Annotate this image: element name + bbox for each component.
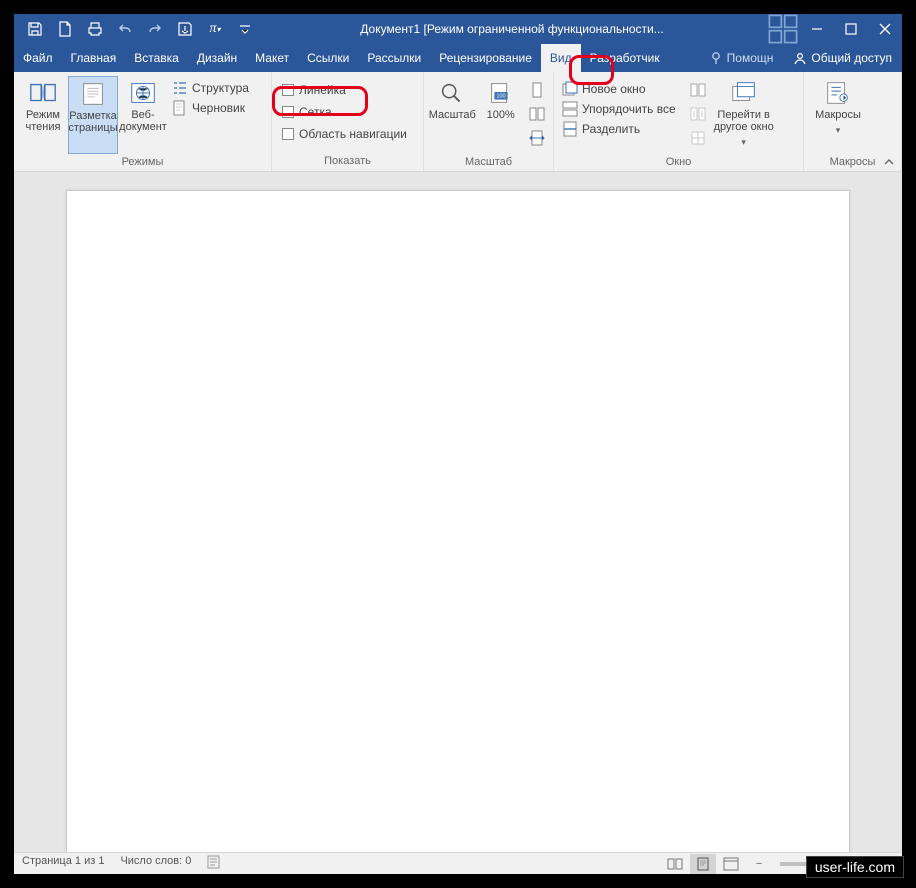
- new-button[interactable]: [52, 16, 78, 42]
- group-window: Новое окно Упорядочить все Разделить Пер…: [554, 72, 804, 171]
- read-mode-view-button[interactable]: [662, 854, 688, 874]
- zoom-100-label: 100%: [487, 109, 515, 121]
- outline-label: Структура: [192, 81, 249, 95]
- tab-review[interactable]: Рецензирование: [430, 44, 541, 72]
- checkbox-icon: [282, 84, 294, 96]
- zoom-label: Масштаб: [429, 109, 476, 121]
- tab-developer[interactable]: Разработчик: [581, 44, 669, 72]
- proofing-icon[interactable]: [207, 855, 223, 872]
- tab-insert[interactable]: Вставка: [125, 44, 188, 72]
- office-logo-icon: [766, 14, 800, 44]
- new-window-label: Новое окно: [582, 82, 646, 96]
- app-window: π▾ Документ1 [Режим ограниченной функцио…: [14, 14, 902, 874]
- reset-position-button[interactable]: [686, 128, 710, 148]
- nav-pane-checkbox[interactable]: Область навигации: [276, 123, 413, 145]
- multi-page-button[interactable]: [525, 104, 549, 124]
- tab-mailings[interactable]: Рассылки: [358, 44, 430, 72]
- minimize-button[interactable]: [800, 14, 834, 44]
- word-count[interactable]: Число слов: 0: [120, 855, 191, 872]
- web-layout-view-button[interactable]: [718, 854, 744, 874]
- macros-label: Макросы: [815, 109, 861, 121]
- print-layout-button[interactable]: Разметка страницы: [68, 76, 118, 154]
- new-window-button[interactable]: Новое окно: [558, 79, 680, 99]
- tell-me-label: Помощн: [727, 51, 774, 65]
- undo-button[interactable]: [112, 16, 138, 42]
- draft-label: Черновик: [192, 101, 245, 115]
- watermark: user-life.com: [806, 856, 904, 878]
- group-show: Линейка Сетка Область навигации Показать: [272, 72, 424, 171]
- nav-pane-label: Область навигации: [299, 127, 407, 141]
- gridlines-checkbox[interactable]: Сетка: [276, 101, 413, 123]
- gridlines-label: Сетка: [299, 105, 332, 119]
- read-mode-label: Режим чтения: [18, 109, 68, 133]
- read-mode-button[interactable]: Режим чтения: [18, 76, 68, 154]
- print-layout-label: Разметка страницы: [68, 110, 117, 134]
- split-button[interactable]: Разделить: [558, 119, 680, 139]
- print-preview-button[interactable]: [82, 16, 108, 42]
- zoom-100-button[interactable]: 100 100%: [477, 76, 526, 154]
- arrange-all-label: Упорядочить все: [582, 102, 676, 116]
- maximize-button[interactable]: [834, 14, 868, 44]
- draft-button[interactable]: Черновик: [168, 98, 253, 118]
- tab-references[interactable]: Ссылки: [298, 44, 358, 72]
- close-button[interactable]: [868, 14, 902, 44]
- document-page[interactable]: [66, 190, 850, 852]
- tab-file[interactable]: Файл: [14, 44, 62, 72]
- print-layout-view-button[interactable]: [690, 854, 716, 874]
- tell-me-button[interactable]: Помощн: [699, 44, 784, 72]
- tab-design[interactable]: Дизайн: [188, 44, 246, 72]
- save-button[interactable]: [22, 16, 48, 42]
- macros-button[interactable]: Макросы ▾: [808, 76, 868, 154]
- web-layout-label: Веб-документ: [118, 109, 168, 133]
- svg-text:100: 100: [496, 94, 505, 100]
- checkbox-icon: [282, 106, 294, 118]
- group-zoom: Масштаб 100 100% Масштаб: [424, 72, 554, 171]
- status-bar: Страница 1 из 1 Число слов: 0 − +: [14, 852, 902, 874]
- group-zoom-label: Масштаб: [424, 154, 553, 171]
- chevron-down-icon: ▾: [836, 124, 841, 136]
- view-side-by-side-button[interactable]: [686, 80, 710, 100]
- equation-button[interactable]: π▾: [202, 16, 228, 42]
- page-width-button[interactable]: [525, 128, 549, 148]
- chevron-down-icon: ▾: [741, 136, 746, 148]
- ribbon-tabs: Файл Главная Вставка Дизайн Макет Ссылки…: [14, 44, 902, 72]
- share-label: Общий доступ: [811, 51, 892, 65]
- window-title: Документ1 [Режим ограниченной функционал…: [258, 22, 766, 36]
- zoom-out-button[interactable]: −: [746, 854, 772, 874]
- switch-windows-label: Перейти в другое окно: [712, 109, 776, 133]
- quick-access-toolbar: π▾: [14, 16, 258, 42]
- redo-button[interactable]: [142, 16, 168, 42]
- group-show-label: Показать: [272, 153, 423, 171]
- sync-scroll-button[interactable]: [686, 104, 710, 124]
- tab-home[interactable]: Главная: [62, 44, 126, 72]
- collapse-ribbon-button[interactable]: [882, 155, 896, 169]
- checkbox-icon: [282, 128, 294, 140]
- title-bar: π▾ Документ1 [Режим ограниченной функцио…: [14, 14, 902, 44]
- qat-customize-button[interactable]: [232, 16, 258, 42]
- group-modes-label: Режимы: [14, 154, 271, 171]
- share-button[interactable]: Общий доступ: [783, 44, 902, 72]
- outline-button[interactable]: Структура: [168, 78, 253, 98]
- web-layout-button[interactable]: Веб-документ: [118, 76, 168, 154]
- page-indicator[interactable]: Страница 1 из 1: [22, 855, 104, 872]
- tab-layout[interactable]: Макет: [246, 44, 298, 72]
- group-view-modes: Режим чтения Разметка страницы Веб-докум…: [14, 72, 272, 171]
- switch-windows-button[interactable]: Перейти в другое окно ▾: [712, 76, 776, 154]
- window-controls: [800, 14, 902, 44]
- document-area[interactable]: [14, 172, 902, 852]
- ribbon: Режим чтения Разметка страницы Веб-докум…: [14, 72, 902, 172]
- split-label: Разделить: [582, 122, 640, 136]
- one-page-button[interactable]: [525, 80, 549, 100]
- ruler-checkbox[interactable]: Линейка: [276, 79, 413, 101]
- zoom-button[interactable]: Масштаб: [428, 76, 477, 154]
- tab-view[interactable]: Вид: [541, 44, 581, 72]
- group-window-label: Окно: [554, 154, 803, 171]
- ruler-label: Линейка: [299, 83, 346, 97]
- arrange-all-button[interactable]: Упорядочить все: [558, 99, 680, 119]
- quicksave-button[interactable]: [172, 16, 198, 42]
